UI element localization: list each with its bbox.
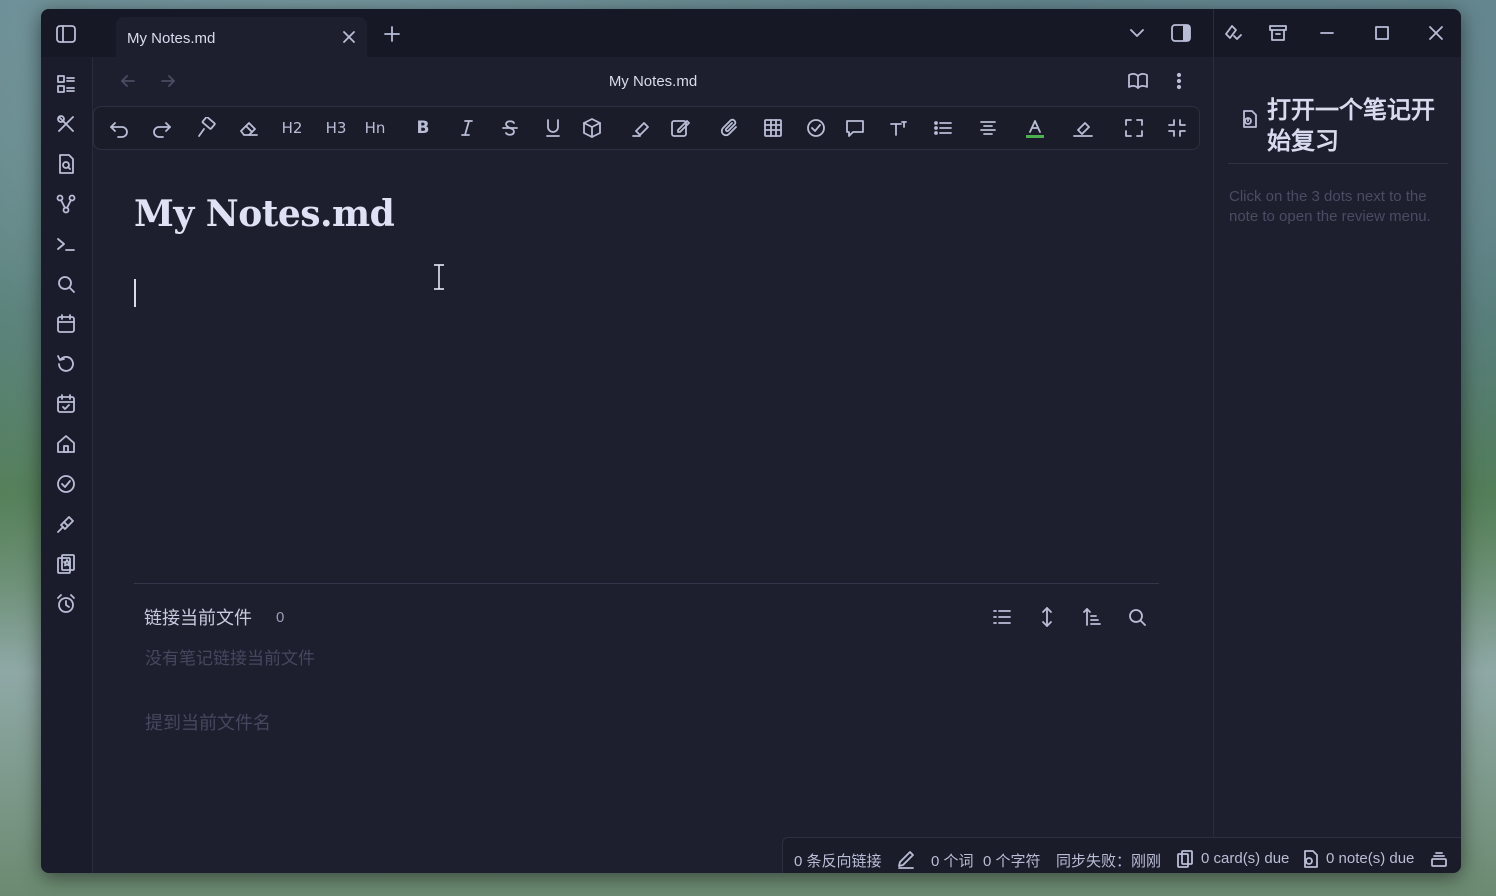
calendar-check-icon[interactable] [55, 393, 77, 415]
left-ribbon [41, 57, 93, 873]
review-pane-heading: 打开一个笔记开始复习 [1267, 97, 1435, 155]
alarm-clock-icon[interactable] [55, 593, 77, 615]
heading-3-icon[interactable]: H3 [323, 117, 349, 139]
format-painter-icon[interactable] [195, 117, 217, 139]
view-title[interactable]: My Notes.md [93, 73, 1213, 90]
heading-2-icon[interactable]: H2 [279, 117, 305, 139]
search-icon[interactable] [55, 273, 77, 295]
sort-icon[interactable] [1081, 606, 1103, 628]
checklist-icon[interactable] [805, 117, 827, 139]
view-header: My Notes.md [93, 57, 1213, 105]
dashboard-icon[interactable] [55, 73, 77, 95]
text-color-icon[interactable] [1024, 117, 1046, 139]
close-tab-icon[interactable] [341, 29, 357, 45]
reading-view-icon[interactable] [1127, 70, 1149, 92]
strikethrough-icon[interactable] [499, 117, 521, 139]
collapse-results-icon[interactable] [991, 606, 1013, 628]
check-circle-icon[interactable] [55, 473, 77, 495]
right-sidebar-toggle-icon[interactable] [1170, 22, 1191, 42]
history-icon[interactable] [55, 353, 77, 375]
edit-mode-icon[interactable] [896, 849, 916, 869]
home-icon[interactable] [55, 433, 77, 455]
status-sync[interactable]: 同步失败：刚刚 [1056, 850, 1161, 871]
minimize-icon[interactable] [1317, 23, 1337, 43]
archive-icon[interactable] [1268, 23, 1288, 43]
align-center-icon[interactable] [977, 117, 999, 139]
status-notes-due[interactable]: 0 note(s) due [1326, 850, 1414, 867]
calendar-icon[interactable] [55, 313, 77, 335]
fullscreen-icon[interactable] [1123, 117, 1145, 139]
italic-icon[interactable] [456, 117, 478, 139]
review-pane: 打开一个笔记开始复习 Click on the 3 dots next to t… [1213, 57, 1461, 837]
backlinks-empty-text: 没有笔记链接当前文件 [145, 649, 315, 668]
sidebar-toggle-icon[interactable] [55, 23, 76, 43]
backlinks-divider [134, 583, 1159, 584]
exit-fullscreen-icon[interactable] [1166, 117, 1188, 139]
status-bar: 0 条反向链接 0 个词 0 个字符 同步失败：刚刚 0 card(s) due… [782, 837, 1461, 873]
document-title[interactable]: My Notes.md [134, 193, 395, 235]
status-word-count: 0 个词 [931, 853, 974, 870]
backlinks-search-icon[interactable] [1126, 606, 1148, 628]
excalidraw-icon[interactable] [55, 513, 77, 535]
bullet-list-icon[interactable] [932, 117, 954, 139]
bold-icon[interactable]: B [412, 117, 434, 139]
edit-icon[interactable] [669, 117, 691, 139]
app-window: My Notes.md My Notes.md H2 H3 Hn B My No… [41, 9, 1461, 873]
backlinks-count: 0 [276, 609, 285, 626]
status-backlinks[interactable]: 0 条反向链接 [794, 850, 882, 871]
review-pane-hint: Click on the 3 dots next to the note to … [1229, 188, 1431, 225]
layers-icon[interactable] [1429, 849, 1449, 869]
status-cards-due[interactable]: 0 card(s) due [1201, 850, 1289, 867]
graph-view-icon[interactable] [55, 193, 77, 215]
redo-icon[interactable] [151, 117, 173, 139]
title-bar: My Notes.md [41, 9, 1461, 57]
review-sync-icon[interactable] [1222, 22, 1242, 42]
highlight-color-icon[interactable] [1072, 117, 1094, 139]
editor-pane: My Notes.md H2 H3 Hn B My Notes.md 链接当前文… [93, 57, 1213, 873]
review-pane-divider [1228, 163, 1448, 164]
highlighter-icon[interactable] [630, 117, 652, 139]
expand-context-icon[interactable] [1036, 606, 1058, 628]
backlinks-title[interactable]: 链接当前文件 [144, 604, 252, 630]
heading-n-icon[interactable]: Hn [360, 117, 390, 139]
tab-my-notes[interactable]: My Notes.md [116, 17, 367, 57]
attachment-icon[interactable] [719, 117, 741, 139]
formatting-toolbar: H2 H3 Hn B [93, 106, 1200, 150]
mouse-ibeam-cursor-icon [432, 263, 446, 291]
tab-title: My Notes.md [127, 30, 216, 47]
notes-due-icon [1300, 849, 1320, 869]
more-options-icon[interactable] [1169, 70, 1189, 92]
right-title-area [1213, 9, 1461, 57]
review-note-icon [1239, 109, 1259, 129]
close-window-icon[interactable] [1426, 23, 1446, 43]
tab-list-chevron-icon[interactable] [1127, 23, 1147, 43]
code-block-icon[interactable] [581, 117, 603, 139]
flashcards-icon[interactable] [55, 553, 77, 575]
new-tab-icon[interactable] [383, 25, 401, 43]
tools-icon[interactable] [55, 113, 77, 135]
table-icon[interactable] [762, 117, 784, 139]
maximize-icon[interactable] [1372, 23, 1392, 43]
flashcards-status-icon [1175, 849, 1195, 869]
file-search-icon[interactable] [55, 153, 77, 175]
status-char-count: 0 个字符 [983, 853, 1041, 870]
unlinked-mentions-title[interactable]: 提到当前文件名 [145, 709, 271, 735]
eraser-icon[interactable] [238, 117, 260, 139]
underline-icon[interactable] [542, 117, 564, 139]
undo-icon[interactable] [108, 117, 130, 139]
callout-icon[interactable] [844, 117, 866, 139]
terminal-icon[interactable] [55, 233, 77, 255]
text-size-icon[interactable] [888, 117, 910, 139]
text-cursor [134, 279, 136, 307]
